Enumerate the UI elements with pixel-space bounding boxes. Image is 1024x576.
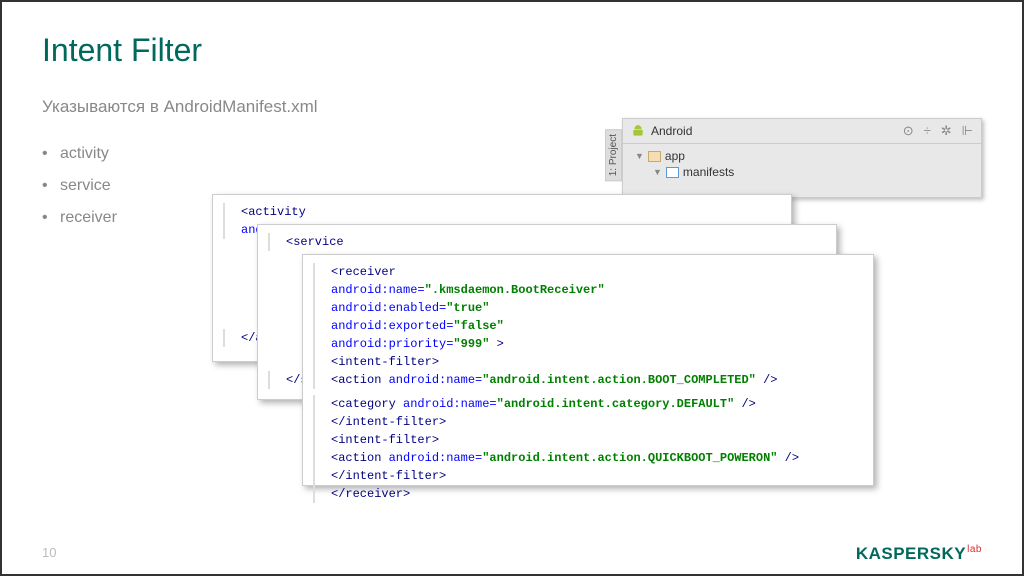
- collapse-icon[interactable]: ÷: [924, 123, 931, 139]
- project-sidebar-tab[interactable]: 1: Project: [605, 129, 622, 181]
- project-tree: ▼ app ▼ manifests: [623, 144, 981, 184]
- page-number: 10: [42, 545, 56, 560]
- ide-dropdown[interactable]: Android: [651, 124, 897, 138]
- ide-toolbar-icons: ⊙ ÷ ✲ ⊩: [903, 123, 973, 139]
- tree-label: app: [665, 149, 685, 163]
- chevron-down-icon: ▼: [653, 167, 662, 177]
- hide-icon[interactable]: ⊩: [962, 123, 973, 139]
- gear-icon[interactable]: ✲: [941, 123, 952, 139]
- tree-node-manifests[interactable]: ▼ manifests: [635, 164, 969, 180]
- slide-subtitle: Указываются в AndroidManifest.xml: [42, 97, 982, 117]
- folder-icon: [666, 167, 679, 178]
- ide-project-pane: 1: Project Android ⊙ ÷ ✲ ⊩ ▼ app ▼ mani: [622, 118, 982, 198]
- android-icon: [631, 124, 645, 138]
- brand-logo: KASPERSKYlab: [856, 544, 982, 564]
- tree-node-app[interactable]: ▼ app: [635, 148, 969, 164]
- ide-toolbar: Android ⊙ ÷ ✲ ⊩: [623, 119, 981, 144]
- slide-title: Intent Filter: [42, 32, 982, 69]
- folder-icon: [648, 151, 661, 162]
- code-snippet-receiver: <receiver android:name=".kmsdaemon.BootR…: [302, 254, 874, 486]
- tree-label: manifests: [683, 165, 734, 179]
- chevron-down-icon: ▼: [635, 151, 644, 161]
- target-icon[interactable]: ⊙: [903, 123, 914, 139]
